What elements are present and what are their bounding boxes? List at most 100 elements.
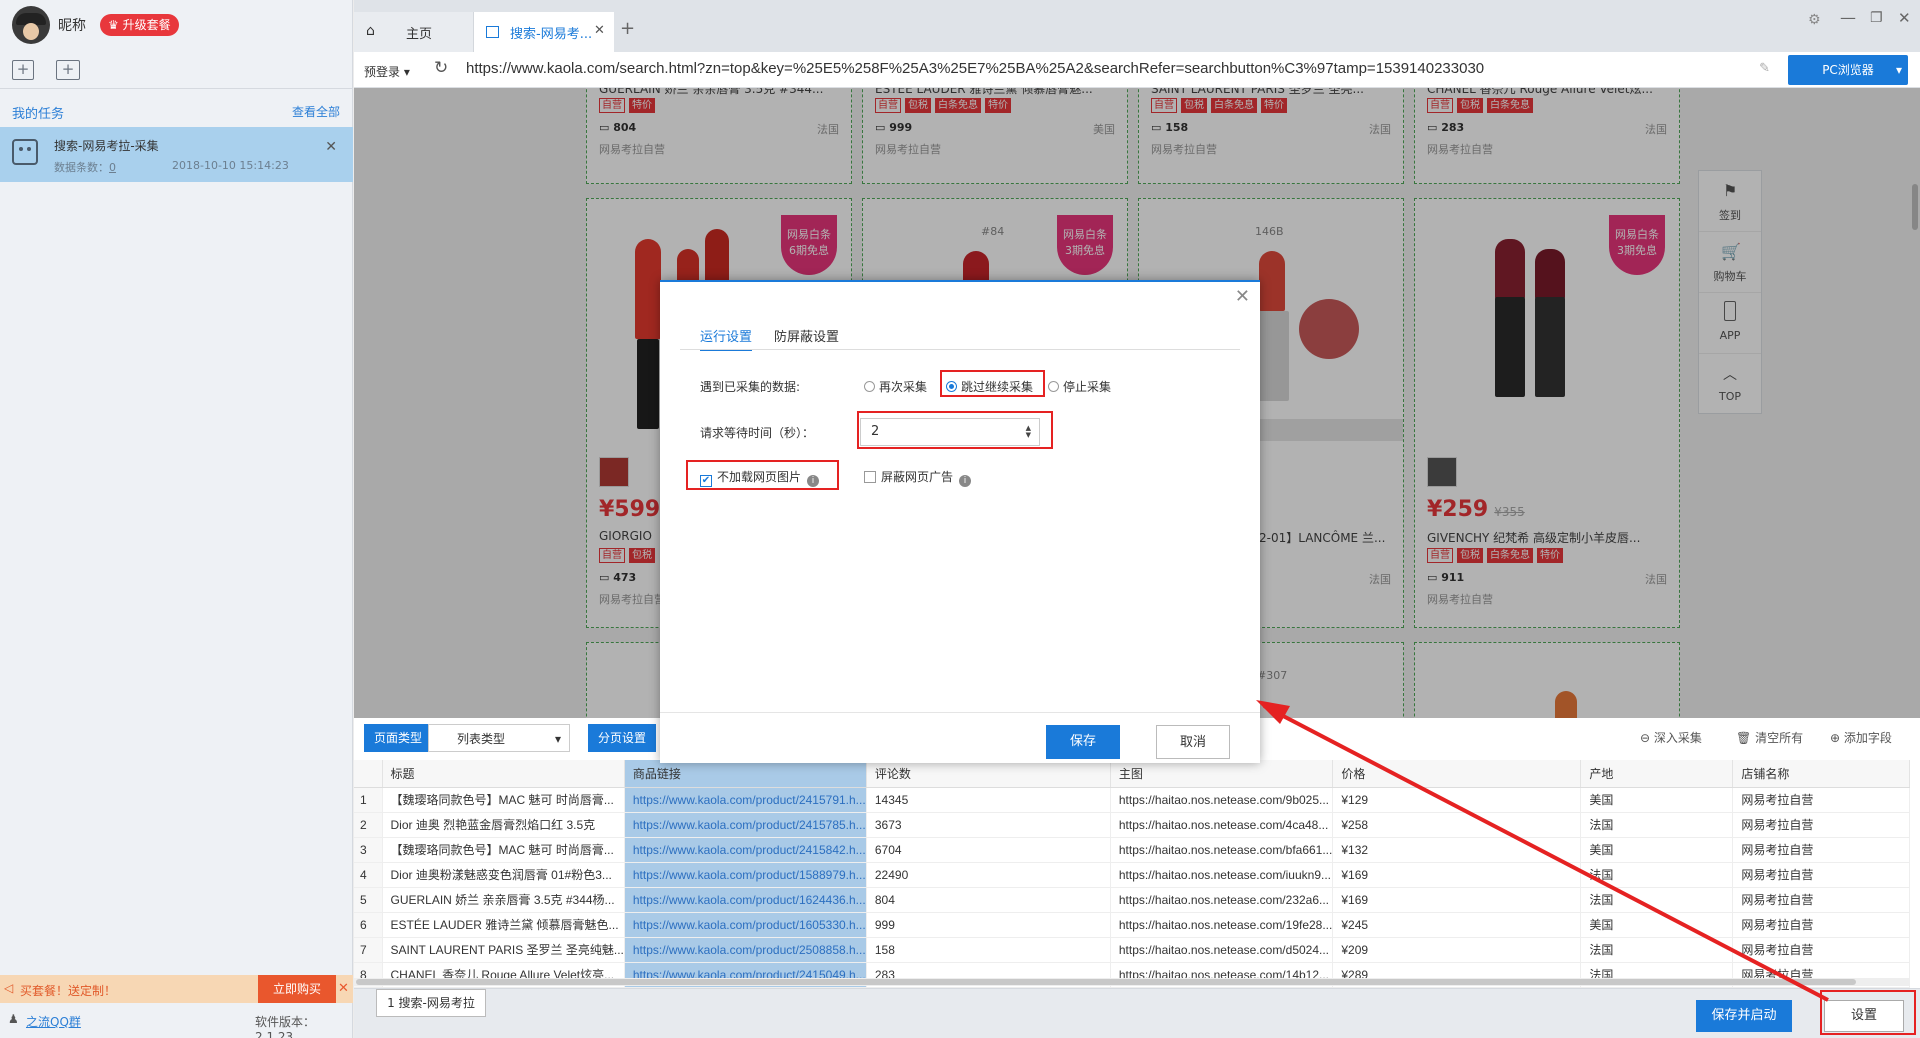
table-cell[interactable]: 法国 — [1580, 887, 1734, 913]
table-cell[interactable]: 网易考拉自营 — [1732, 912, 1910, 938]
tab-home[interactable]: ⌂ 主页 — [354, 12, 474, 52]
table-cell[interactable]: 网易考拉自营 — [1732, 787, 1910, 813]
list-type-select[interactable]: 列表类型 ▾ — [428, 724, 570, 752]
table-cell[interactable]: https://haitao.nos.netease.com/9b025... — [1110, 787, 1334, 813]
table-row[interactable]: 2 Dior 迪奥 烈艳蓝金唇膏烈焰口红 3.5克 https://www.kaol… — [354, 812, 1910, 838]
table-cell[interactable]: https://www.kaola.com/product/1624436.h.… — [624, 887, 867, 913]
cancel-button[interactable]: 取消 — [1156, 725, 1230, 759]
add-field-button[interactable]: ⊕ 添加字段 — [1830, 724, 1892, 752]
close-icon[interactable]: ✕ — [325, 139, 337, 155]
table-cell[interactable]: 网易考拉自营 — [1732, 862, 1910, 888]
url-field[interactable]: https://www.kaola.com/search.html?zn=top… — [466, 60, 1484, 77]
row-number[interactable]: 3 — [354, 837, 383, 863]
table-cell[interactable]: 999 — [866, 912, 1111, 938]
save-button[interactable]: 保存 — [1046, 725, 1120, 759]
table-cell[interactable]: https://www.kaola.com/product/2415791.h.… — [624, 787, 867, 813]
table-cell[interactable]: https://www.kaola.com/product/2415785.h.… — [624, 812, 867, 838]
buy-now-button[interactable]: 立即购买 — [258, 975, 336, 1003]
column-header[interactable]: 店铺名称 — [1732, 760, 1910, 788]
table-row[interactable]: 6 ESTÉE LAUDER 雅诗兰黛 倾慕唇膏魅色... https://www.… — [354, 912, 1910, 938]
table-cell[interactable]: 【魏璎珞同款色号】MAC 魅可 时尚唇膏... — [382, 837, 625, 863]
table-cell[interactable]: 网易考拉自营 — [1732, 812, 1910, 838]
table-cell[interactable]: https://www.kaola.com/product/1605330.h.… — [624, 912, 867, 938]
table-cell[interactable]: 158 — [866, 937, 1111, 963]
column-header[interactable]: 评论数 — [866, 760, 1111, 788]
edit-icon[interactable]: ✎ — [1759, 61, 1770, 76]
prelogin-dropdown[interactable]: 预登录 ▾ — [364, 63, 410, 80]
table-cell[interactable]: https://haitao.nos.netease.com/bfa661... — [1110, 837, 1334, 863]
table-cell[interactable]: https://www.kaola.com/product/1588979.h.… — [624, 862, 867, 888]
table-cell[interactable]: 14345 — [866, 787, 1111, 813]
pc-browser-button[interactable]: PC浏览器 ▾ — [1788, 55, 1908, 85]
minimize-icon[interactable]: — — [1840, 8, 1856, 27]
column-header[interactable]: 标题 — [382, 760, 625, 788]
table-cell[interactable]: GUERLAIN 娇兰 亲亲唇膏 3.5克 #344杨... — [382, 887, 625, 913]
close-icon[interactable]: ✕ — [338, 981, 349, 996]
task-tab[interactable]: 1 搜索-网易考拉 — [376, 989, 486, 1017]
radio-recollect[interactable]: 再次采集 — [864, 378, 927, 395]
table-cell[interactable]: ESTÉE LAUDER 雅诗兰黛 倾慕唇膏魅色... — [382, 912, 625, 938]
tab-anti-block-settings[interactable]: 防屏蔽设置 — [774, 326, 839, 345]
table-row[interactable]: 7 SAINT LAURENT PARIS 圣罗兰 圣亮纯魅... https://… — [354, 937, 1910, 963]
table-cell[interactable]: 美国 — [1580, 787, 1734, 813]
table-cell[interactable]: ¥132 — [1332, 837, 1582, 863]
table-row[interactable]: 4 Dior 迪奥粉漾魅惑变色润唇膏 01#粉色3... https://www.k… — [354, 862, 1910, 888]
table-cell[interactable]: ¥129 — [1332, 787, 1582, 813]
refresh-icon[interactable]: ↻ — [434, 58, 448, 78]
table-cell[interactable]: 网易考拉自营 — [1732, 837, 1910, 863]
row-number[interactable]: 6 — [354, 912, 383, 938]
table-cell[interactable]: ¥209 — [1332, 937, 1582, 963]
avatar[interactable] — [12, 6, 50, 44]
horizontal-scrollbar[interactable] — [354, 978, 1910, 986]
tab-run-settings[interactable]: 运行设置 — [700, 326, 753, 351]
new-folder-icon[interactable]: + — [56, 60, 80, 80]
close-icon[interactable]: ✕ — [594, 23, 605, 38]
table-cell[interactable]: 22490 — [866, 862, 1111, 888]
window-close-icon[interactable]: ✕ — [1898, 9, 1911, 27]
table-cell[interactable]: 美国 — [1580, 837, 1734, 863]
table-cell[interactable]: 804 — [866, 887, 1111, 913]
column-header[interactable]: 产地 — [1580, 760, 1734, 788]
tab-search[interactable]: 搜索-网易考... ✕ — [474, 12, 614, 52]
table-cell[interactable]: https://www.kaola.com/product/2508858.h.… — [624, 937, 867, 963]
table-cell[interactable]: ¥169 — [1332, 862, 1582, 888]
save-and-start-button[interactable]: 保存并启动 — [1696, 1000, 1792, 1032]
table-cell[interactable]: https://haitao.nos.netease.com/232a6... — [1110, 887, 1334, 913]
table-cell[interactable]: 6704 — [866, 837, 1111, 863]
row-number[interactable]: 1 — [354, 787, 383, 813]
radio-stop[interactable]: 停止采集 — [1048, 378, 1111, 395]
row-number[interactable]: 5 — [354, 887, 383, 913]
column-header[interactable]: 主图 — [1110, 760, 1334, 788]
table-cell[interactable]: https://haitao.nos.netease.com/4ca48... — [1110, 812, 1334, 838]
new-task-icon[interactable]: + — [12, 60, 34, 80]
table-cell[interactable]: ¥245 — [1332, 912, 1582, 938]
table-cell[interactable]: 【魏璎珞同款色号】MAC 魅可 时尚唇膏... — [382, 787, 625, 813]
table-cell[interactable]: https://haitao.nos.netease.com/19fe28... — [1110, 912, 1334, 938]
table-cell[interactable]: ¥169 — [1332, 887, 1582, 913]
column-header[interactable]: 商品链接 — [624, 760, 867, 788]
row-number[interactable]: 4 — [354, 862, 383, 888]
table-cell[interactable]: 网易考拉自营 — [1732, 937, 1910, 963]
qq-group-link[interactable]: 之流QQ群 — [26, 1013, 81, 1030]
upgrade-button[interactable]: ♛ 升级套餐 — [100, 14, 179, 36]
table-cell[interactable]: Dior 迪奥粉漾魅惑变色润唇膏 01#粉色3... — [382, 862, 625, 888]
table-cell[interactable]: 法国 — [1580, 812, 1734, 838]
task-item[interactable]: 搜索-网易考拉-采集 数据条数：0 2018-10-10 15:14:23 ✕ — [0, 127, 353, 182]
gear-icon[interactable]: ⚙ — [1808, 12, 1821, 28]
table-cell[interactable]: Dior 迪奥 烈艳蓝金唇膏烈焰口红 3.5克 — [382, 812, 625, 838]
maximize-icon[interactable]: ❐ — [1870, 10, 1883, 26]
table-cell[interactable]: 网易考拉自营 — [1732, 887, 1910, 913]
table-cell[interactable]: 美国 — [1580, 912, 1734, 938]
table-row[interactable]: 3 【魏璎珞同款色号】MAC 魅可 时尚唇膏... https://www.kaol… — [354, 837, 1910, 863]
table-row[interactable]: 1 【魏璎珞同款色号】MAC 魅可 时尚唇膏... https://www.kaol… — [354, 787, 1910, 813]
table-cell[interactable]: https://www.kaola.com/product/2415842.h.… — [624, 837, 867, 863]
clear-all-button[interactable]: 🗑 清空所有 — [1736, 724, 1803, 752]
table-cell[interactable]: 法国 — [1580, 937, 1734, 963]
block-ads-checkbox[interactable]: 屏蔽网页广告 i — [864, 468, 972, 487]
table-cell[interactable]: ¥258 — [1332, 812, 1582, 838]
table-cell[interactable]: https://haitao.nos.netease.com/d5024... — [1110, 937, 1334, 963]
table-cell[interactable]: https://haitao.nos.netease.com/iuukn9... — [1110, 862, 1334, 888]
table-row[interactable]: 5 GUERLAIN 娇兰 亲亲唇膏 3.5克 #344杨... https://w… — [354, 887, 1910, 913]
pagination-settings-button[interactable]: 分页设置 — [588, 724, 657, 752]
row-number[interactable]: 2 — [354, 812, 383, 838]
